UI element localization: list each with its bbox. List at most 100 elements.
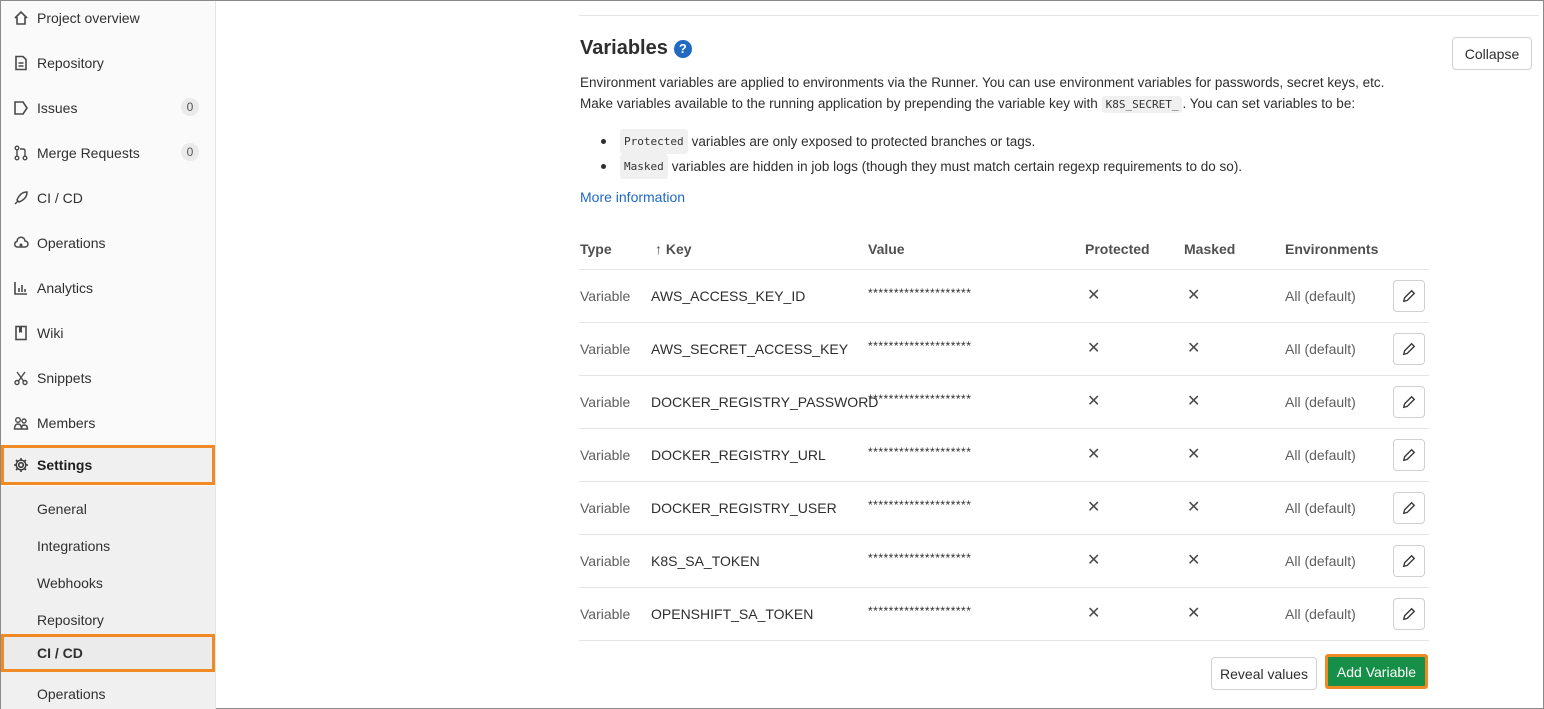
section-description-line1: Environment variables are applied to env… [580,75,1385,90]
sidebar-item-label: Settings [37,457,93,473]
table-row: Variable DOCKER_REGISTRY_USER **********… [579,481,1429,534]
sidebar-item-label: Issues [37,99,78,116]
table-row: Variable K8S_SA_TOKEN ******************… [579,534,1429,587]
settings-sub-integrations[interactable]: Integrations [1,527,215,564]
sidebar-item-issues[interactable]: Issues 0 [1,85,215,130]
protected-x-icon: ✕ [1087,446,1101,463]
users-icon [13,415,29,431]
cell-environment: All (default) [1285,341,1356,357]
pencil-icon [1402,554,1416,568]
masked-x-icon: ✕ [1187,605,1201,622]
table-row: Variable DOCKER_REGISTRY_URL ***********… [579,428,1429,481]
column-header-value: Value [868,241,905,257]
sidebar-item-ci-cd[interactable]: CI / CD [1,175,215,220]
sidebar-item-label: Wiki [37,324,64,341]
masked-x-icon: ✕ [1187,552,1201,569]
cell-value: ******************** [868,551,972,565]
sidebar-item-operations[interactable]: Operations [1,220,215,265]
sidebar-item-project-overview[interactable]: Project overview [1,0,215,40]
cell-environment: All (default) [1285,394,1356,410]
section-divider [579,15,1539,16]
settings-sub-repository[interactable]: Repository [1,601,215,638]
edit-variable-button[interactable] [1393,598,1425,630]
sidebar-item-label: Snippets [37,369,92,386]
pencil-icon [1402,501,1416,515]
protected-x-icon: ✕ [1087,340,1101,357]
pencil-icon [1402,395,1416,409]
cell-key: DOCKER_REGISTRY_PASSWORD [651,394,879,410]
pencil-icon [1402,607,1416,621]
protected-x-icon: ✕ [1087,605,1101,622]
sidebar-item-merge-requests[interactable]: Merge Requests 0 [1,130,215,175]
help-icon[interactable]: ? [673,39,692,58]
column-header-environments: Environments [1285,241,1379,257]
issues-icon [13,100,29,116]
protected-x-icon: ✕ [1087,287,1101,304]
merge-requests-count-badge: 0 [181,143,199,161]
table-row: Variable AWS_SECRET_ACCESS_KEY *********… [579,322,1429,375]
protected-x-icon: ✕ [1087,499,1101,516]
pencil-icon [1402,342,1416,356]
sidebar-item-label: CI / CD [37,189,83,206]
settings-sub-ci-cd[interactable]: CI / CD [1,634,215,672]
bullet-dot [601,164,606,169]
sidebar-item-analytics[interactable]: Analytics [1,265,215,310]
sidebar-item-label: Operations [37,234,106,251]
sidebar-item-settings[interactable]: Settings [1,445,215,485]
cell-type: Variable [580,341,631,357]
settings-sub-webhooks[interactable]: Webhooks [1,564,215,601]
add-variable-button[interactable]: Add Variable [1325,654,1428,689]
reveal-values-button[interactable]: Reveal values [1211,657,1317,690]
collapse-button[interactable]: Collapse [1452,37,1532,70]
section-title: Variables ? [580,37,692,60]
chart-icon [13,280,29,296]
edit-variable-button[interactable] [1393,386,1425,418]
cell-environment: All (default) [1285,500,1356,516]
edit-variable-button[interactable] [1393,333,1425,365]
cloud-gear-icon [13,235,29,251]
desc-text: Make variables available to the running … [580,96,1098,111]
section-title-text: Variables [580,37,668,59]
cell-key: AWS_SECRET_ACCESS_KEY [651,341,849,357]
sidebar-item-repository[interactable]: Repository [1,40,215,85]
cell-type: Variable [580,606,631,622]
sidebar-item-label: Repository [37,54,104,71]
k8s-secret-code: K8S_SECRET_ [1101,96,1183,113]
settings-sub-general[interactable]: General [1,490,215,527]
settings-sub-operations[interactable]: Operations [1,675,215,709]
sidebar-item-snippets[interactable]: Snippets [1,355,215,400]
cell-value: ******************** [868,339,972,353]
bullet-text: variables are hidden in job logs (though… [671,159,1243,174]
more-information-link[interactable]: More information [580,189,685,205]
cell-environment: All (default) [1285,606,1356,622]
cell-environment: All (default) [1285,553,1356,569]
masked-x-icon: ✕ [1187,499,1201,516]
cell-environment: All (default) [1285,288,1356,304]
bullet-text: variables are only exposed to protected … [691,134,1036,149]
section-description-line2: Make variables available to the running … [580,93,1430,115]
sidebar-item-wiki[interactable]: Wiki [1,310,215,355]
column-header-key[interactable]: ↑ Key [655,241,692,257]
add-variable-label: Add Variable [1328,657,1425,686]
cell-key: AWS_ACCESS_KEY_ID [651,288,806,304]
column-header-masked: Masked [1184,241,1236,257]
list-item: Masked variables are hidden in job logs … [601,154,1242,179]
edit-variable-button[interactable] [1393,280,1425,312]
column-header-protected: Protected [1085,241,1150,257]
edit-variable-button[interactable] [1393,545,1425,577]
home-icon [13,10,29,26]
cell-key: OPENSHIFT_SA_TOKEN [651,606,814,622]
sidebar-item-label: Merge Requests [37,144,140,161]
table-row: Variable AWS_ACCESS_KEY_ID *************… [579,269,1429,322]
bullet-dot [601,139,606,144]
issues-count-badge: 0 [181,98,199,116]
protected-x-icon: ✕ [1087,552,1101,569]
cell-key: K8S_SA_TOKEN [651,553,760,569]
desc-text-post: . You can set variables to be: [1182,96,1356,111]
edit-variable-button[interactable] [1393,492,1425,524]
sidebar-item-members[interactable]: Members [1,400,215,445]
cell-environment: All (default) [1285,447,1356,463]
edit-variable-button[interactable] [1393,439,1425,471]
sidebar-item-label: Analytics [37,279,94,296]
cell-type: Variable [580,447,631,463]
